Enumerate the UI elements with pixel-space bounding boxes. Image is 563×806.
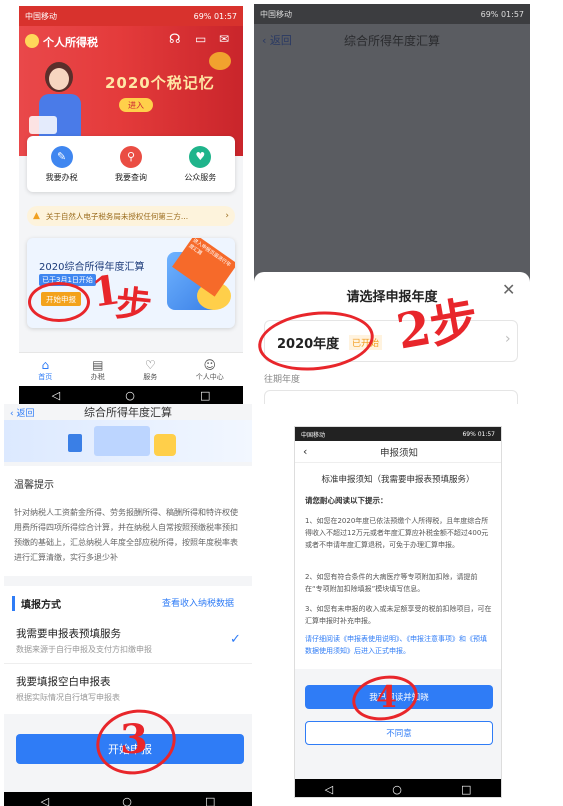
option-title: 我要填报空白申报表 bbox=[16, 676, 111, 688]
tab-tax[interactable]: ▤ 办税 bbox=[91, 358, 105, 382]
app-title: 个人所得税 bbox=[43, 36, 98, 49]
back-nav-icon[interactable]: ◁ bbox=[41, 795, 49, 806]
banner-enter-button[interactable]: 进入 bbox=[119, 98, 153, 112]
services-card: ✎ 我要办税 ⚲ 我要查询 ♥ 公众服务 bbox=[27, 136, 235, 192]
notice-para1: 1、如您在2020年度已依法预缴个人所得税，且年度综合所得收入不超过12万元或者… bbox=[305, 517, 489, 549]
home-nav-icon[interactable]: ○ bbox=[392, 783, 402, 796]
panel-home: 中国移动 69% 01:57 个人所得税 ☊ ▭ ✉ 2020个税记忆 进入 ✎… bbox=[19, 6, 243, 404]
banner-title: 2020个税记忆 bbox=[105, 74, 215, 92]
battery: 69% bbox=[462, 430, 476, 438]
view-income-link[interactable]: 查看收入纳税数据 bbox=[162, 596, 234, 609]
service-public[interactable]: ♥ 公众服务 bbox=[184, 145, 217, 183]
clock: 01:57 bbox=[213, 11, 237, 21]
tips-body: 针对纳税人工资薪金所得、劳务报酬所得、稿酬所得和特许权使用费所得四项所得综合计算… bbox=[14, 508, 238, 562]
headset-icon[interactable]: ☊ bbox=[169, 32, 181, 47]
scan-icon[interactable]: ▭ bbox=[195, 32, 206, 46]
app-logo-icon bbox=[25, 34, 39, 48]
page-title: 综合所得年度汇算 bbox=[84, 406, 172, 419]
bottom-tabbar: ⌂ 首页 ▤ 办税 ♡ 服务 ☺ 个人中心 bbox=[19, 352, 243, 386]
past-years-box[interactable] bbox=[264, 390, 518, 404]
notice-text: 关于自然人电子税务局未授权任何第三方... bbox=[45, 211, 189, 221]
service-label: 我要办税 bbox=[45, 172, 78, 182]
annotation-step1-stroke: 步 bbox=[113, 282, 154, 328]
option-subtitle: 数据来源于自行申报及支付方扣缴申报 bbox=[16, 645, 152, 654]
option-subtitle: 根据实际情况自行填写申报表 bbox=[16, 693, 120, 702]
tab-label: 个人中心 bbox=[195, 372, 224, 381]
lantern-decoration bbox=[209, 52, 231, 70]
person-icon: ☺ bbox=[203, 357, 216, 372]
close-icon[interactable]: ✕ bbox=[502, 280, 515, 299]
annotation-step4: 4 bbox=[376, 680, 397, 715]
carrier: 中国移动 bbox=[25, 11, 57, 21]
back-nav-icon[interactable]: ◁ bbox=[52, 389, 60, 402]
page-title: 综合所得年度汇算 bbox=[343, 33, 440, 48]
message-icon[interactable]: ✉ bbox=[219, 32, 229, 46]
notice-para4[interactable]: 请仔细阅读《申报表使用说明》、《申报注意事项》和《预填数据使用须知》后进入正式申… bbox=[305, 633, 493, 657]
chevron-right-icon: › bbox=[225, 211, 229, 221]
nav-header: ‹ 返回 综合所得年度汇算 bbox=[254, 24, 530, 56]
tab-home[interactable]: ⌂ 首页 bbox=[38, 358, 52, 382]
clock: 01:57 bbox=[500, 9, 524, 19]
fill-section: 填报方式 查看收入纳税数据 我需要申报表预填服务 数据来源于自行申报及支付方扣缴… bbox=[4, 586, 252, 714]
document-icon: ▤ bbox=[92, 357, 104, 372]
heart-icon: ♡ bbox=[144, 357, 156, 372]
system-nav-bar: ◁ ○ □ bbox=[19, 386, 243, 404]
recent-nav-icon[interactable]: □ bbox=[205, 795, 215, 806]
carrier: 中国移动 bbox=[301, 431, 326, 439]
page-title: 申报须知 bbox=[379, 447, 418, 459]
home-nav-icon[interactable]: ○ bbox=[125, 389, 135, 402]
woman-illustration bbox=[25, 56, 97, 148]
option-title: 我需要申报表预填服务 bbox=[16, 628, 121, 640]
notice-para2: 2、如您有符合条件的大病医疗等专项附加扣除，请提前在“专项附加扣除填报”模块填写… bbox=[305, 573, 478, 593]
battery: 69% bbox=[193, 11, 212, 21]
pencil-icon: ✎ bbox=[50, 145, 73, 168]
search-icon: ⚲ bbox=[119, 145, 142, 168]
notice-bar[interactable]: ▲ 关于自然人电子税务局未授权任何第三方... › bbox=[27, 206, 235, 226]
battery: 69% bbox=[480, 9, 499, 19]
tab-label: 办税 bbox=[90, 372, 105, 381]
bell-icon: ▲ bbox=[33, 211, 40, 221]
option-blank[interactable]: 我要填报空白申报表 根据实际情况自行填写申报表 bbox=[4, 666, 252, 712]
disagree-button[interactable]: 不同意 bbox=[305, 721, 493, 745]
service-query[interactable]: ⚲ 我要查询 bbox=[114, 145, 147, 183]
status-bar: 中国移动 69% 01:57 bbox=[295, 427, 501, 441]
tab-service[interactable]: ♡ 服务 bbox=[143, 358, 157, 382]
check-icon: ✓ bbox=[230, 632, 241, 647]
tips-title: 温馨提示 bbox=[14, 480, 54, 491]
home-nav-icon[interactable]: ○ bbox=[122, 795, 132, 806]
carrier: 中国移动 bbox=[260, 9, 292, 19]
tab-label: 首页 bbox=[38, 372, 53, 381]
tips-section: 温馨提示 针对纳税人工资薪金所得、劳务报酬所得、稿酬所得和特许权使用费所得四项所… bbox=[4, 466, 252, 576]
tab-profile[interactable]: ☺ 个人中心 bbox=[196, 358, 224, 382]
tab-label: 服务 bbox=[143, 372, 158, 381]
recent-nav-icon[interactable]: □ bbox=[461, 783, 471, 796]
fill-title: 填报方式 bbox=[12, 596, 61, 611]
recent-nav-icon[interactable]: □ bbox=[200, 389, 210, 402]
nav-header: ‹ 返回 综合所得年度汇算 bbox=[4, 404, 252, 420]
notice-lead: 请您耐心阅读以下提示： bbox=[305, 496, 388, 505]
option-prefill[interactable]: 我需要申报表预填服务 数据来源于自行申报及支付方扣缴申报 ✓ bbox=[4, 618, 252, 664]
status-bar: 中国移动 69% 01:57 bbox=[254, 4, 530, 24]
home-icon: ⌂ bbox=[41, 357, 50, 372]
annotation-circle-1 bbox=[28, 282, 90, 322]
status-bar: 中国移动 69% 01:57 bbox=[19, 6, 243, 26]
notice-heading: 标准申报须知（我需要申报表预填服务） bbox=[321, 475, 475, 485]
fill-title-text: 填报方式 bbox=[21, 600, 61, 611]
chevron-right-icon: › bbox=[505, 331, 511, 347]
notice-para3: 3、如您有未申报的收入或未足额享受的税前扣除项目，可在汇算申报时补充申报。 bbox=[305, 605, 492, 625]
service-pay-tax[interactable]: ✎ 我要办税 bbox=[45, 145, 78, 183]
system-nav-bar: ◁ ○ □ bbox=[4, 792, 252, 806]
nav-header: ‹ 申报须知 bbox=[295, 441, 501, 463]
annotation-step3: 3 bbox=[120, 716, 148, 763]
back-nav-icon[interactable]: ◁ bbox=[325, 783, 333, 796]
clock: 01:57 bbox=[477, 430, 495, 438]
header-illustration bbox=[4, 420, 252, 462]
system-nav-bar: ◁ ○ □ bbox=[295, 779, 501, 797]
service-label: 我要查询 bbox=[114, 172, 147, 182]
annotation-step2: 2步 bbox=[392, 291, 483, 361]
panel-notice: 中国移动 69% 01:57 ‹ 申报须知 标准申报须知（我需要申报表预填服务）… bbox=[294, 426, 502, 798]
past-years-label: 往期年度 bbox=[264, 375, 301, 385]
service-label: 公众服务 bbox=[184, 172, 217, 182]
shield-icon: ♥ bbox=[189, 145, 212, 168]
